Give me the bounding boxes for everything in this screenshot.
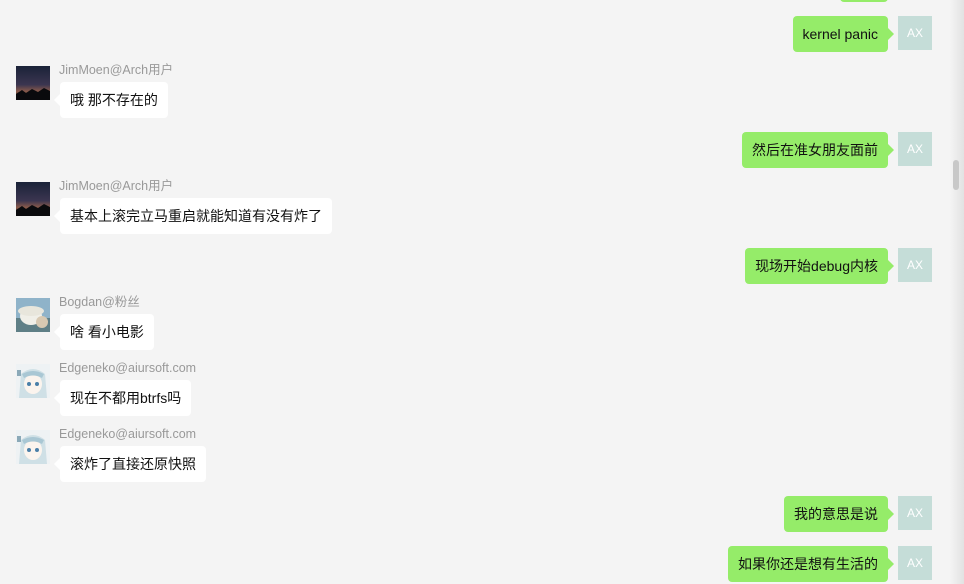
message-bubble[interactable]: 然后在准女朋友面前: [742, 132, 894, 168]
hat-person-avatar-icon[interactable]: [16, 298, 50, 332]
sender-name: Edgeneko@aiursoft.com: [59, 361, 197, 375]
scrollbar-track[interactable]: [950, 0, 964, 584]
message-bubble[interactable]: 啥 看小电影: [54, 314, 154, 350]
chat-message-list[interactable]: kernel panic AX JimMoen@Arch用户 哦 那不存在的 然…: [0, 0, 964, 584]
scrollbar-thumb[interactable]: [953, 160, 959, 190]
self-avatar[interactable]: AX: [898, 16, 932, 50]
message-bubble[interactable]: kernel panic: [792, 16, 894, 52]
anime-girl-avatar-icon[interactable]: [16, 430, 50, 464]
sender-name: Edgeneko@aiursoft.com: [59, 427, 197, 441]
message-bubble[interactable]: 现在不都用btrfs吗: [53, 380, 192, 416]
night-sky-avatar-icon[interactable]: [16, 66, 50, 100]
message-bubble[interactable]: 我的意思是说: [784, 496, 894, 532]
self-avatar[interactable]: AX: [898, 496, 932, 530]
sender-name: Bogdan@粉丝: [59, 295, 140, 309]
self-avatar[interactable]: AX: [898, 132, 932, 166]
message-bubble[interactable]: 基本上滚完立马重启就能知道有没有炸了: [54, 198, 332, 234]
message-bubble[interactable]: 哦 那不存在的: [54, 82, 168, 118]
message-bubble[interactable]: 现场开始debug内核: [745, 248, 894, 284]
sender-name: JimMoen@Arch用户: [59, 179, 174, 193]
partial-outgoing-bubble: [840, 0, 888, 2]
message-bubble[interactable]: 滚炸了直接还原快照: [54, 446, 206, 482]
self-avatar[interactable]: AX: [898, 248, 932, 282]
self-avatar[interactable]: AX: [898, 546, 932, 580]
message-bubble[interactable]: 如果你还是想有生活的: [728, 546, 894, 582]
night-sky-avatar-icon[interactable]: [16, 182, 50, 216]
sender-name: JimMoen@Arch用户: [59, 63, 174, 77]
anime-girl-avatar-icon[interactable]: [16, 364, 50, 398]
